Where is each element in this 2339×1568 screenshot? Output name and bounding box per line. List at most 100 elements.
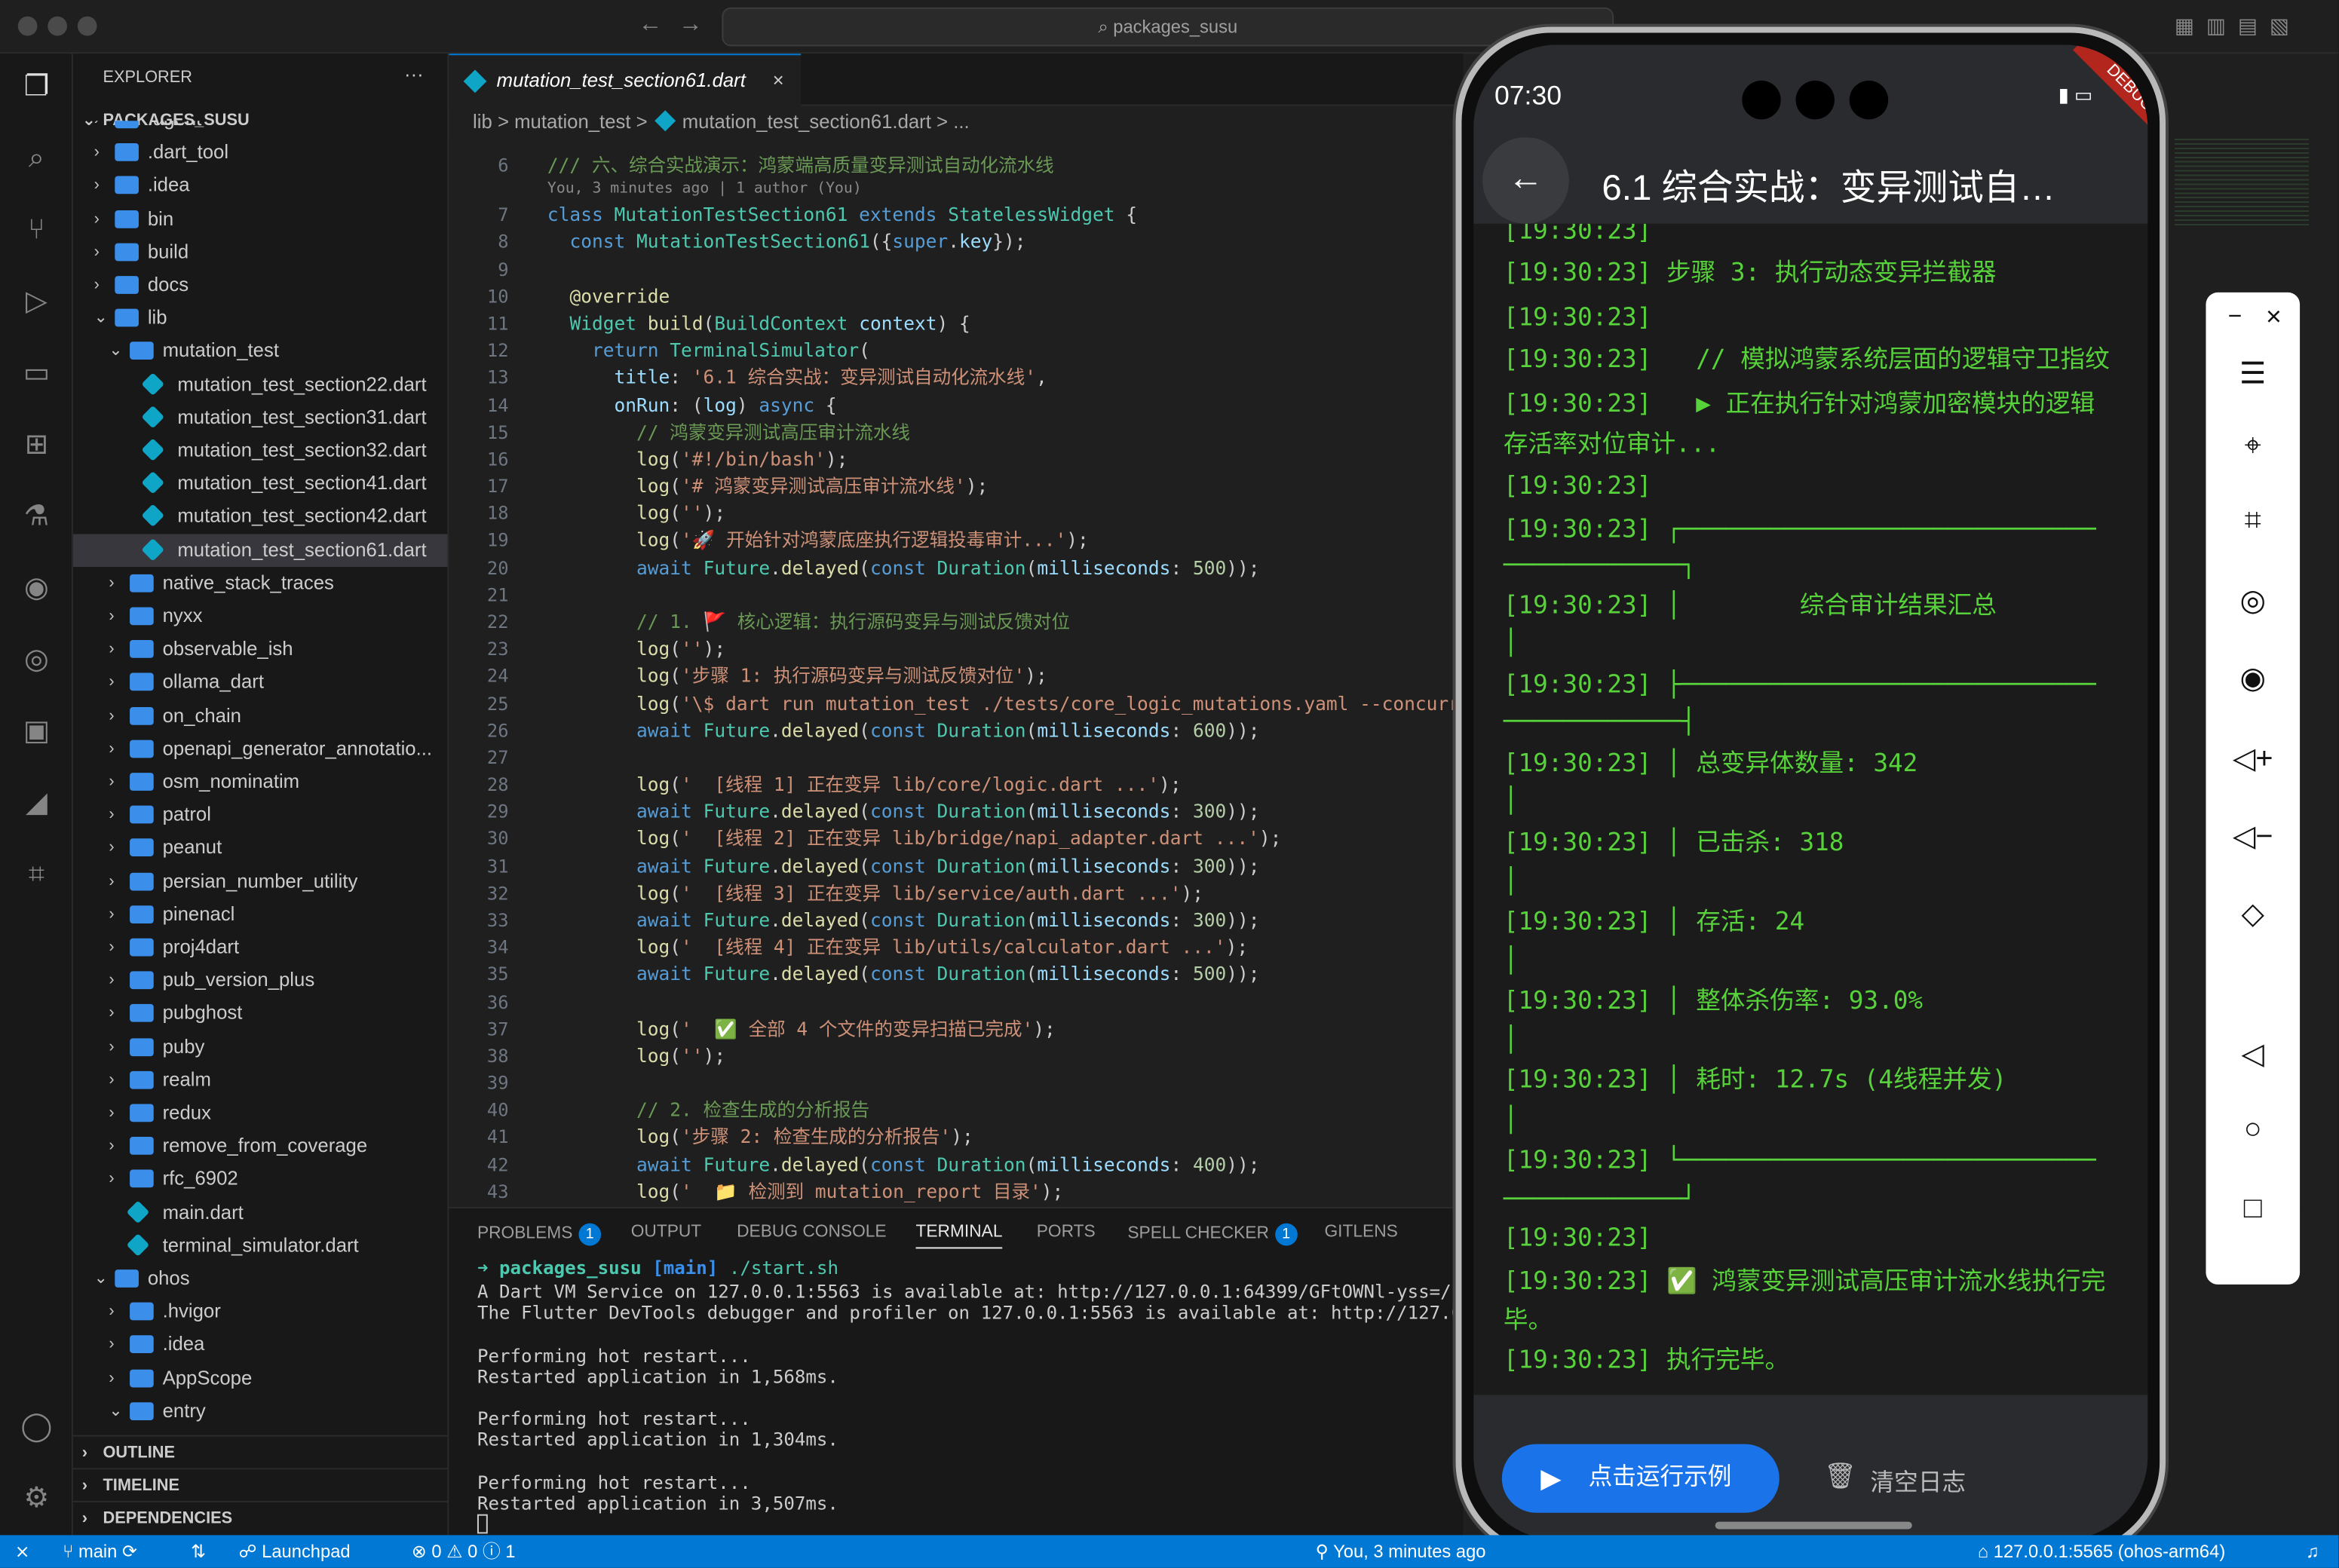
tree-folder-item[interactable]: › remove_from_coverage (73, 1129, 447, 1162)
close-window-button[interactable] (17, 16, 38, 36)
maximize-window-button[interactable] (77, 16, 97, 36)
blame-status[interactable]: ⚲ You, 3 minutes ago (1316, 1535, 1486, 1568)
tree-folder-item[interactable]: › osm_nominatim (73, 765, 447, 798)
remote-icon[interactable]: ⨯ (15, 1535, 30, 1568)
tree-folder-item[interactable]: › .hvigor (73, 1295, 447, 1328)
volume-up-icon[interactable]: ◁+ (2206, 740, 2300, 777)
rotate-icon[interactable]: ◎ (2206, 582, 2300, 619)
tree-folder-item[interactable]: › .idea (73, 1328, 447, 1361)
tree-folder-item[interactable]: › openapi_generator_annotatio... (73, 732, 447, 765)
tree-folder-item[interactable]: › rfc_6902 (73, 1162, 447, 1196)
gitlens-icon[interactable]: ◉ (18, 570, 55, 607)
tree-folder-item[interactable]: › AppScope (73, 1361, 447, 1395)
clear-log-button[interactable]: 清空日志 (1870, 1462, 1966, 1497)
search-icon[interactable]: ⌕ (18, 140, 55, 177)
tree-folder-item[interactable]: › persian_number_utility (73, 865, 447, 898)
tree-folder-item[interactable]: › on_chain (73, 699, 447, 732)
timeline-section[interactable]: › TIMELINE (72, 1468, 448, 1501)
command-center-search[interactable]: ⌕ packages_susu (722, 7, 1614, 47)
blame-annotation[interactable]: You, 3 minutes ago | 1 author (You) (547, 180, 862, 197)
testing-icon[interactable]: ⚗ (18, 498, 55, 535)
tree-file-item[interactable]: mutation_test_section22.dart (73, 368, 447, 401)
tree-folder-item[interactable]: › .dart_tool (73, 136, 447, 169)
git-graph-icon[interactable]: ◎ (18, 642, 55, 678)
notifications-icon[interactable]: ♫ (2306, 1535, 2319, 1568)
tree-folder-item[interactable]: › observable_ish (73, 632, 447, 666)
pointer-icon[interactable]: ⌖ (2206, 430, 2300, 464)
tree-folder-item[interactable]: › bin (73, 202, 447, 235)
tree-file-item[interactable]: main.dart (73, 1196, 447, 1229)
breadcrumb-mutation-test[interactable]: mutation_test (514, 110, 630, 133)
tree-folder-item[interactable]: ⌄ lib (73, 302, 447, 335)
shake-icon[interactable]: ◇ (2206, 895, 2300, 932)
close-tab-icon[interactable]: × (773, 55, 784, 106)
close-emulator-icon[interactable]: × (2227, 302, 2321, 333)
tree-folder-item[interactable]: › ollama_dart (73, 666, 447, 699)
back-arrow-icon[interactable]: ← (639, 12, 663, 39)
tree-folder-item[interactable]: ⌄ mutation_test (73, 335, 447, 368)
tree-folder-item[interactable]: › peanut (73, 831, 447, 865)
remote-explorer-icon[interactable]: ▭ (18, 355, 55, 392)
terminal-output[interactable]: A Dart VM Service on 127.0.0.1:5563 is a… (449, 1282, 1463, 1528)
containers-icon[interactable]: ▣ (18, 713, 55, 750)
tree-folder-item[interactable]: › docs (73, 268, 447, 302)
device-status[interactable]: ⌂ 127.0.0.1:5565 (ohos-arm64) (1978, 1535, 2225, 1568)
tab-spell-checker[interactable]: SPELL CHECKER 1 (1127, 1223, 1298, 1246)
screenshot-icon[interactable]: ◉ (2206, 660, 2300, 697)
source-control-icon[interactable]: ⑂ (18, 212, 55, 249)
tree-file-item[interactable]: mutation_test_section32.dart (73, 434, 447, 467)
tree-folder-item[interactable]: › .idea (73, 169, 447, 202)
crop-icon[interactable]: ⌗ (2206, 504, 2300, 539)
breadcrumb-lib[interactable]: lib (473, 110, 492, 133)
tree-file-item[interactable]: mutation_test_section42.dart (73, 501, 447, 534)
problems-status[interactable]: ⊗ 0 ⚠ 0 ⓘ 1 (412, 1535, 516, 1568)
menu-icon[interactable]: ☰ (2206, 355, 2300, 392)
tree-file-item[interactable]: mutation_test_section31.dart (73, 401, 447, 434)
tree-folder-item[interactable]: › nyxx (73, 600, 447, 633)
launchpad-status[interactable]: ☍ Launchpad (238, 1535, 350, 1568)
tree-folder-item[interactable]: › realm (73, 1064, 447, 1097)
tree-folder-item[interactable]: › native_stack_traces (73, 567, 447, 600)
tree-file-item[interactable]: mutation_test_section41.dart (73, 467, 447, 501)
dependencies-section[interactable]: › DEPENDENCIES (72, 1500, 448, 1534)
account-icon[interactable]: ◯ (18, 1408, 55, 1445)
nav-back-icon[interactable]: ◁ (2206, 1035, 2300, 1072)
tab-terminal[interactable]: TERMINAL (915, 1223, 1003, 1249)
tree-folder-item[interactable]: › pinenacl (73, 898, 447, 931)
tab-debug-console[interactable]: DEBUG CONSOLE (737, 1223, 886, 1242)
tree-folder-item[interactable]: › proj4dart (73, 931, 447, 964)
tree-folder-item[interactable]: › redux (73, 1097, 447, 1130)
terminal-log[interactable]: [19:30:23] [19:30:23] 步骤 3: 执行动态变异拦截器 [19:… (1473, 223, 2148, 1395)
settings-gear-icon[interactable]: ⚙ (18, 1480, 55, 1517)
code-editor[interactable]: 6 7 8 9 10 11 12 13 14 15 16 17 18 19 20 21 22 23 24 25 26 27… (449, 139, 1464, 1208)
run-example-button[interactable]: ▶ 点击运行示例 (1501, 1444, 1780, 1513)
tab-problems[interactable]: PROBLEMS 1 (477, 1223, 601, 1246)
nav-recents-icon[interactable]: □ (2206, 1192, 2300, 1227)
outline-section[interactable]: › OUTLINE (72, 1435, 448, 1468)
breadcrumb-file[interactable]: mutation_test_section61.dart (682, 110, 931, 133)
tab-output[interactable]: OUTPUT (631, 1223, 702, 1242)
back-button[interactable]: ← (1482, 137, 1569, 224)
flutter-icon[interactable]: ◢ (18, 785, 55, 822)
extensions-icon[interactable]: ⊞ (18, 427, 55, 464)
tree-folder-item[interactable]: › .agent (73, 121, 447, 136)
tab-ports[interactable]: PORTS (1037, 1223, 1096, 1242)
tree-folder-item[interactable]: › build (73, 235, 447, 268)
tab-mutation-test-section61[interactable]: mutation_test_section61.dart × (449, 54, 802, 106)
branch-status[interactable]: ⑂ main ⟳ (63, 1535, 137, 1568)
breadcrumb-symbol[interactable]: ... (953, 110, 969, 133)
volume-down-icon[interactable]: ◁− (2206, 817, 2300, 854)
trash-icon[interactable]: 🗑 (1824, 1462, 1856, 1492)
tree-file-item[interactable]: mutation_test_section61.dart (72, 533, 448, 567)
tree-folder-item[interactable]: › puby (73, 1031, 447, 1064)
run-debug-icon[interactable]: ▷ (18, 283, 55, 320)
scan-icon[interactable]: ⌗ (18, 856, 55, 893)
more-actions-icon[interactable]: ··· (404, 63, 424, 85)
nav-home-icon[interactable]: ○ (2206, 1113, 2300, 1147)
tree-folder-item[interactable]: › pubghost (73, 997, 447, 1031)
tree-folder-item[interactable]: ⌄ ohos (73, 1262, 447, 1295)
layout-controls-icon[interactable]: ▦▥▤▧ (2175, 14, 2324, 41)
forward-arrow-icon[interactable]: → (679, 12, 703, 39)
tree-folder-item[interactable]: ⌄ entry (73, 1395, 447, 1428)
tree-folder-item[interactable]: › pub_version_plus (73, 964, 447, 997)
